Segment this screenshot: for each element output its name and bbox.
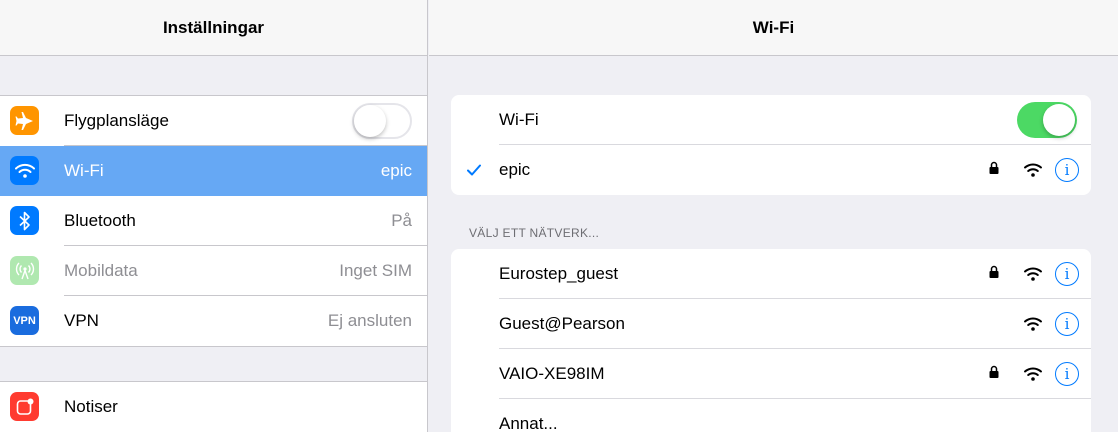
checkmark-icon (467, 160, 481, 181)
network-name: VAIO-XE98IM (499, 364, 605, 383)
wifi-signal-icon (1023, 162, 1043, 178)
sidebar-item-label: Notiser (64, 397, 118, 416)
wifi-status-card: Wi-Fi epic i (451, 95, 1091, 195)
wifi-signal-icon (1023, 316, 1043, 332)
bluetooth-icon (10, 206, 39, 235)
sidebar-item-label: VPN (64, 311, 99, 330)
sidebar-item-value: epic (380, 161, 412, 180)
sidebar-item-label: Bluetooth (64, 211, 136, 230)
lock-icon (989, 265, 1003, 283)
connected-network-row[interactable]: epic i (451, 145, 1091, 195)
sidebar-item-value: Ej ansluten (327, 311, 412, 330)
wifi-icon (10, 156, 39, 185)
other-network-row[interactable]: Annat... (451, 399, 1091, 432)
detail-title: Wi-Fi (429, 0, 1118, 56)
info-icon[interactable]: i (1055, 158, 1079, 182)
vpn-icon: VPN (10, 306, 39, 335)
sidebar-group-notifications: Notiser (0, 381, 427, 432)
sidebar-item-bluetooth[interactable]: Bluetooth På (0, 196, 427, 246)
wifi-toggle-label: Wi-Fi (499, 110, 539, 129)
sidebar-item-label: Wi-Fi (64, 161, 104, 180)
sidebar-title: Inställningar (0, 0, 427, 56)
wifi-detail-pane: Wi-Fi Wi-Fi epic i VÄLJ ETT NÄTVERK... E… (429, 0, 1118, 432)
sidebar-item-label: Mobildata (64, 261, 138, 280)
sidebar-item-wifi[interactable]: Wi-Fi epic (0, 146, 427, 196)
network-row[interactable]: Eurostep_guest i (451, 249, 1091, 299)
airplane-icon (10, 106, 39, 135)
other-network-label: Annat... (499, 414, 558, 432)
info-icon[interactable]: i (1055, 262, 1079, 286)
network-name: epic (499, 160, 531, 179)
sidebar-item-label: Flygplansläge (64, 111, 169, 130)
toggle-knob (354, 105, 386, 137)
network-row[interactable]: VAIO-XE98IM i (451, 349, 1091, 399)
wifi-toggle[interactable] (1017, 102, 1077, 138)
toggle-knob (1043, 104, 1075, 136)
sidebar-item-mobile-data[interactable]: Mobildata Inget SIM (0, 246, 427, 296)
network-row[interactable]: Guest@Pearson i (451, 299, 1091, 349)
sidebar-group-connectivity: Flygplansläge Wi-Fi epic Bluetooth På Mo… (0, 95, 427, 347)
settings-sidebar: Inställningar Flygplansläge Wi-Fi epic B… (0, 0, 428, 432)
network-list-card: Eurostep_guest i Guest@Pearson i VAIO-XE… (451, 249, 1091, 432)
notifications-icon (10, 392, 39, 421)
sidebar-item-notifications[interactable]: Notiser (0, 382, 427, 432)
info-icon[interactable]: i (1055, 362, 1079, 386)
sidebar-item-value: På (391, 211, 412, 230)
section-header: VÄLJ ETT NÄTVERK... (469, 226, 600, 240)
cellular-icon (10, 256, 39, 285)
wifi-signal-icon (1023, 266, 1043, 282)
sidebar-item-vpn[interactable]: VPN VPN Ej ansluten (0, 296, 427, 346)
wifi-toggle-row: Wi-Fi (451, 95, 1091, 145)
sidebar-item-value: Inget SIM (339, 261, 412, 280)
info-icon[interactable]: i (1055, 312, 1079, 336)
lock-icon (989, 365, 1003, 383)
network-name: Guest@Pearson (499, 314, 625, 333)
network-name: Eurostep_guest (499, 264, 619, 283)
lock-icon (989, 161, 1003, 179)
wifi-signal-icon (1023, 366, 1043, 382)
airplane-mode-toggle[interactable] (352, 103, 412, 139)
sidebar-item-airplane-mode[interactable]: Flygplansläge (0, 96, 427, 146)
